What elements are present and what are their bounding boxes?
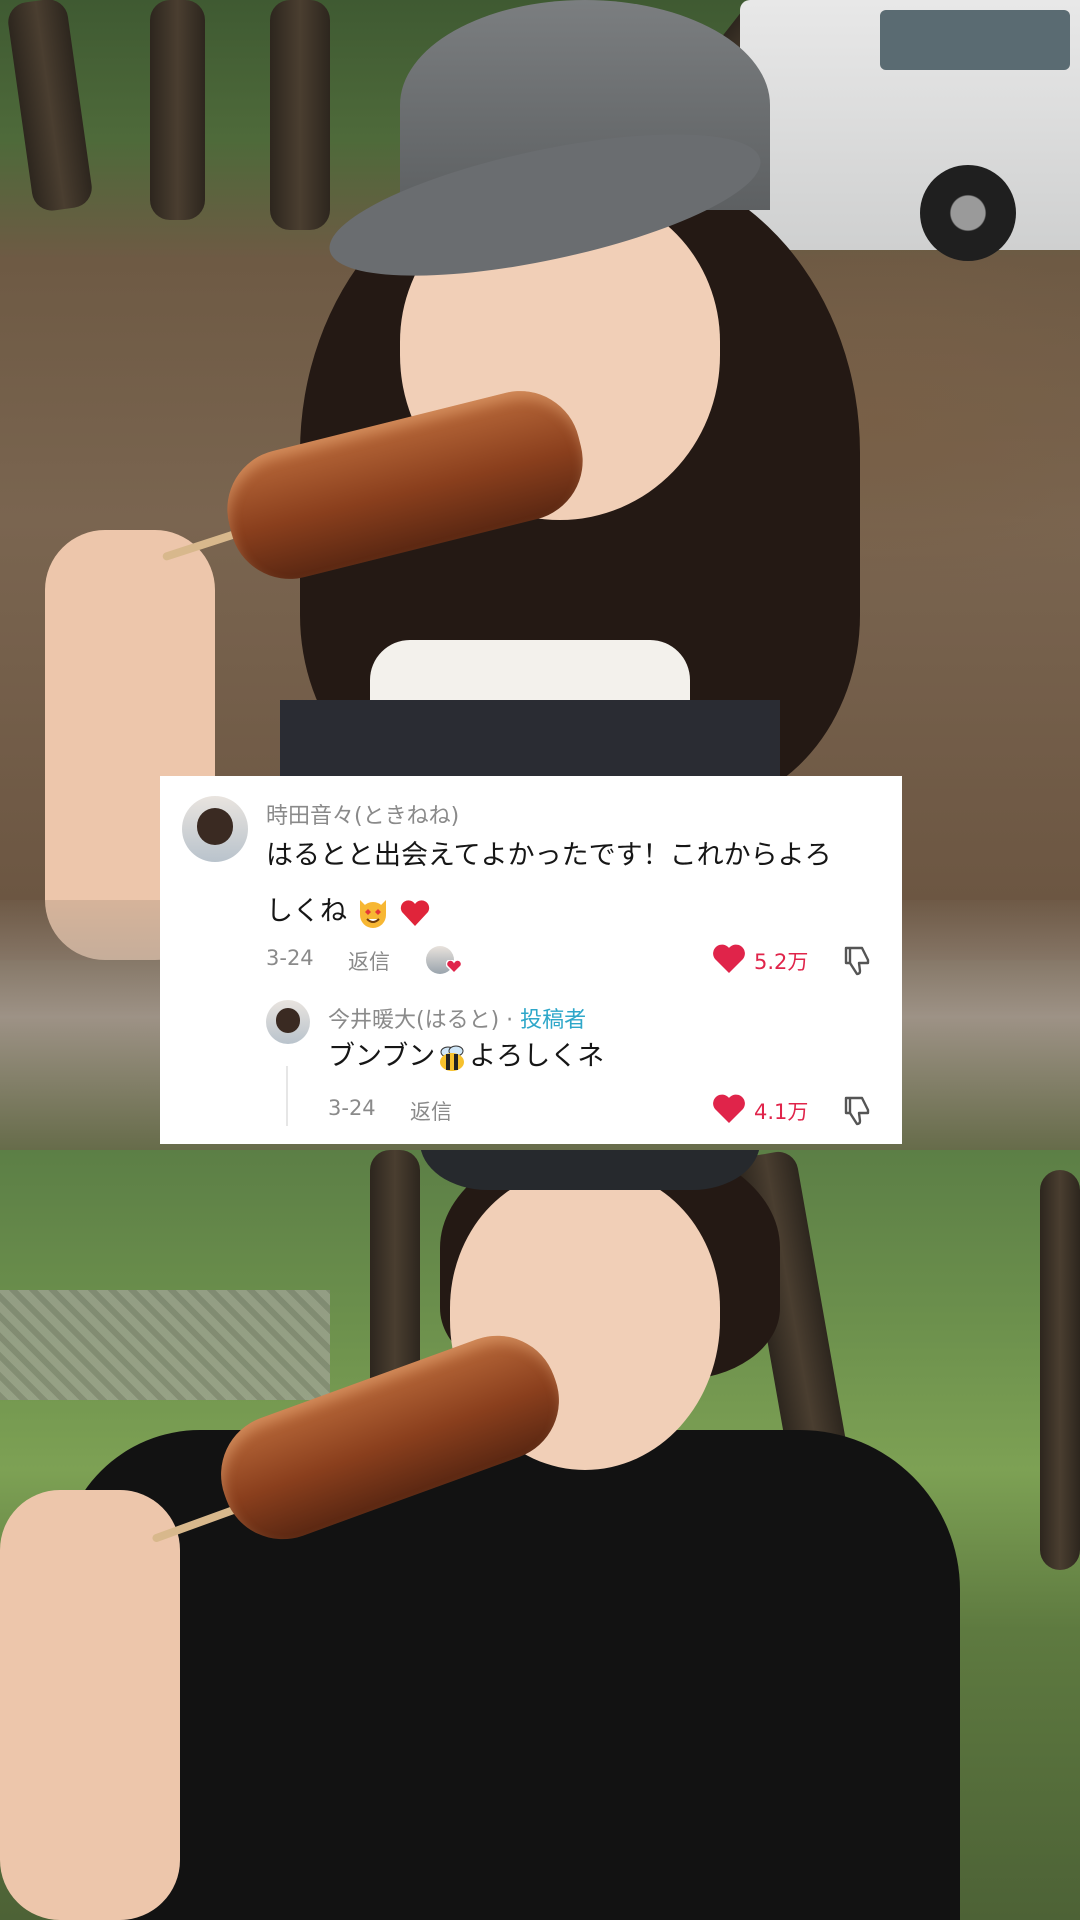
smiling-cat-heart-eyes-emoji <box>359 899 386 928</box>
commenter-avatar[interactable] <box>182 796 248 862</box>
reply-reply-button[interactable]: 返信 <box>410 1096 452 1126</box>
comment-reply-button[interactable]: 返信 <box>348 946 390 976</box>
creator-liked-heart-icon <box>446 960 462 974</box>
tree-trunk <box>5 0 95 214</box>
reply-dislike-icon[interactable] <box>840 1092 874 1126</box>
arm <box>0 1490 180 1920</box>
van-wheel <box>920 165 1016 261</box>
comment-date: 3-24 <box>266 946 314 970</box>
reply-author-avatar[interactable] <box>266 1000 310 1044</box>
comment-text-line1: はるとと出会えてよかったです！これからよろ <box>266 840 832 871</box>
black-tshirt <box>60 1430 960 1920</box>
comment-card: 時田音々(ときねね) はるとと出会えてよかったです！これからよろ しくね 3-2… <box>160 776 902 1144</box>
tree-trunk <box>150 0 205 220</box>
comment-text: はるとと出会えてよかったです！これからよろ しくね <box>266 828 886 940</box>
red-heart-emoji <box>401 899 430 926</box>
comment-text-line2: しくね <box>266 896 347 927</box>
reply-like-count: 4.1万 <box>754 1100 809 1124</box>
reply-like-heart-icon[interactable] <box>712 1094 746 1124</box>
reply-text-after: よろしくネ <box>469 1041 605 1072</box>
comment-like-heart-icon[interactable] <box>712 944 746 974</box>
comment-dislike-icon[interactable] <box>840 942 874 976</box>
van-window <box>880 10 1070 70</box>
stone-wall <box>0 1290 330 1400</box>
tree-trunk <box>1040 1170 1080 1570</box>
reply-text: ブンブン よろしくネ <box>328 1029 604 1085</box>
black-cap <box>420 1150 760 1190</box>
tree-trunk <box>270 0 330 230</box>
commenter-username[interactable]: 時田音々(ときねね) <box>266 798 459 830</box>
reply-text-before: ブンブン <box>328 1041 436 1072</box>
comment-like-count: 5.2万 <box>754 950 809 974</box>
reply-date: 3-24 <box>328 1096 376 1120</box>
honeybee-emoji <box>440 1045 465 1071</box>
reply-thread-line <box>286 1066 288 1126</box>
bottom-photo <box>0 1150 1080 1920</box>
